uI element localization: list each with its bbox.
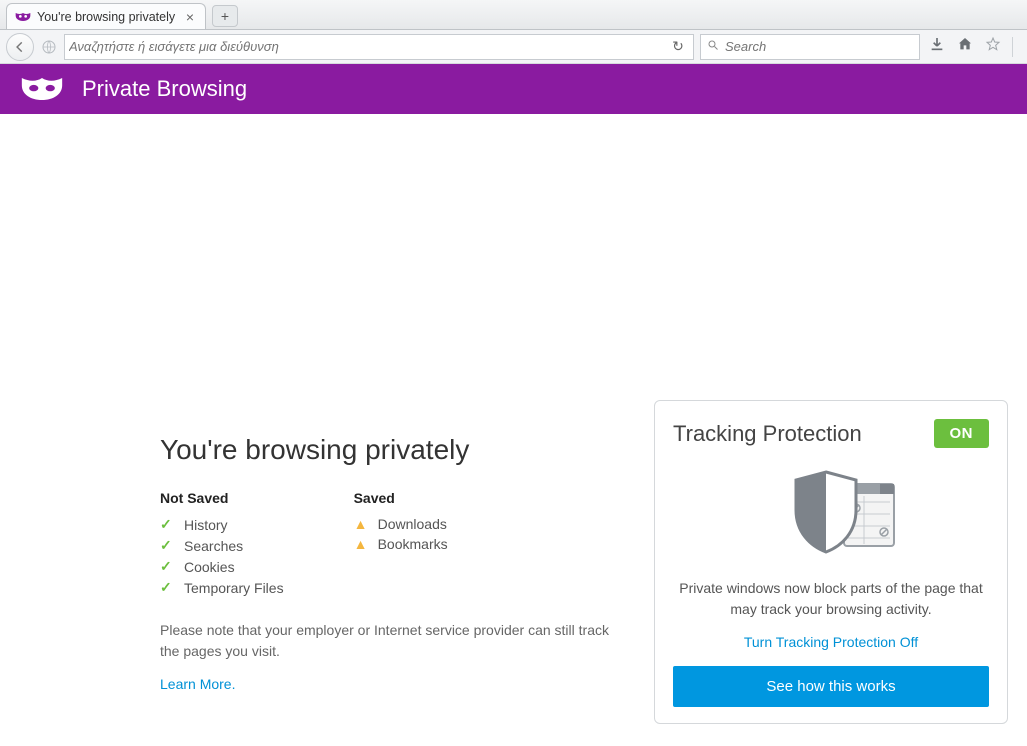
search-icon [707,39,721,54]
check-icon: ✓ [160,537,176,554]
not-saved-label: Not Saved [160,490,284,506]
toolbar-divider [1012,37,1013,57]
list-item-label: Temporary Files [184,580,284,596]
tab-title: You're browsing privately [37,10,177,24]
saved-column: Saved ▲ Downloads ▲ Bookmarks [354,490,448,598]
saved-item: ▲ Downloads [354,514,448,534]
check-icon: ✓ [160,579,176,596]
not-saved-item: ✓ History [160,514,284,535]
list-item-label: Bookmarks [378,536,448,552]
url-bar[interactable]: ↻ [64,34,694,60]
page-content: You're browsing privately Not Saved ✓ His… [0,114,1027,744]
not-saved-item: ✓ Temporary Files [160,577,284,598]
tab-close-icon[interactable]: × [183,10,197,24]
home-icon[interactable] [954,36,976,57]
search-input[interactable] [725,39,913,54]
nav-toolbar: ↻ [0,30,1027,64]
bookmark-star-icon[interactable] [982,36,1004,57]
list-item-label: Searches [184,538,243,554]
tracking-on-badge: ON [934,419,990,448]
shield-graphic-icon [673,462,989,562]
check-icon: ✓ [160,516,176,533]
tracking-card: Tracking Protection ON Private windows n… [654,400,1008,724]
page-heading: You're browsing privately [160,434,630,466]
list-item-label: Cookies [184,559,235,575]
saved-label: Saved [354,490,448,506]
turn-off-link[interactable]: Turn Tracking Protection Off [673,634,989,650]
not-saved-item: ✓ Searches [160,535,284,556]
mask-favicon-icon [15,9,31,25]
downloads-icon[interactable] [926,36,948,57]
saved-item: ▲ Bookmarks [354,534,448,554]
list-item-label: Downloads [378,516,447,532]
not-saved-column: Not Saved ✓ History ✓ Searches ✓ Cookies ✓ Temp… [160,490,284,598]
banner-title: Private Browsing [82,76,247,102]
back-button[interactable] [6,33,34,61]
tab-strip: You're browsing privately × + [0,0,1027,30]
see-how-button[interactable]: See how this works [673,666,989,707]
warning-icon: ▲ [354,536,370,552]
new-tab-button[interactable]: + [212,5,238,27]
tracking-description: Private windows now block parts of the p… [673,578,989,620]
privacy-note: Please note that your employer or Intern… [160,620,610,662]
search-bar[interactable] [700,34,920,60]
check-icon: ✓ [160,558,176,575]
private-info: You're browsing privately Not Saved ✓ His… [160,434,630,692]
list-item-label: History [184,517,228,533]
tracking-title: Tracking Protection [673,421,862,447]
reload-icon[interactable]: ↻ [667,38,689,55]
globe-icon [40,38,58,56]
mask-icon [20,74,64,104]
private-banner: Private Browsing [0,64,1027,114]
learn-more-link[interactable]: Learn More. [160,676,235,692]
url-input[interactable] [69,39,667,54]
not-saved-item: ✓ Cookies [160,556,284,577]
warning-icon: ▲ [354,516,370,532]
browser-tab[interactable]: You're browsing privately × [6,3,206,29]
